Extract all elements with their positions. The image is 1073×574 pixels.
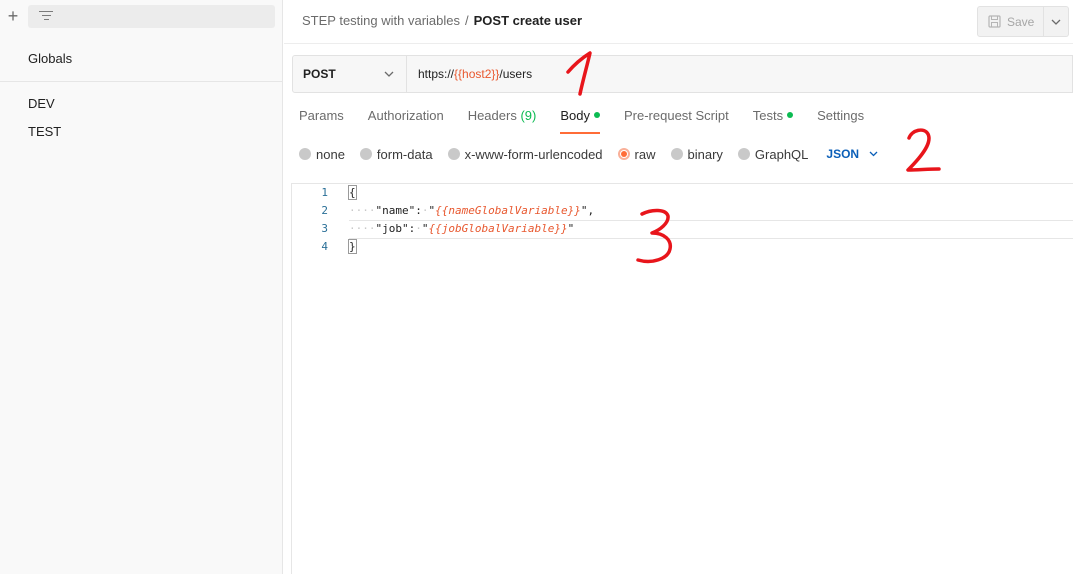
json-quote: ", <box>580 204 595 217</box>
breadcrumb-collection[interactable]: STEP testing with variables <box>302 13 460 28</box>
body-type-options: none form-data x-www-form-urlencoded raw… <box>299 144 878 164</box>
code-text: ····"name":·"{{nameGlobalVariable}}", <box>349 204 595 217</box>
annotation-number-3: 3 <box>636 208 673 264</box>
url-variable: {{host2}} <box>454 67 500 81</box>
line-number: 1 <box>321 186 328 199</box>
tab-label: Body <box>560 108 590 123</box>
tab-params[interactable]: Params <box>299 108 344 134</box>
filter-input[interactable] <box>28 5 275 28</box>
save-button-group: Save <box>977 6 1069 37</box>
request-header: STEP testing with variables / POST create … <box>284 0 1073 44</box>
json-quote: " <box>567 222 575 235</box>
json-colon: : <box>415 204 422 217</box>
tab-label: Settings <box>817 108 865 123</box>
code-line: 4 } <box>292 238 1073 256</box>
tab-body[interactable]: Body <box>560 108 600 134</box>
body-option-urlencoded[interactable]: x-www-form-urlencoded <box>447 146 603 162</box>
option-label: none <box>316 146 345 162</box>
line-number: 4 <box>321 240 328 253</box>
sidebar-item-globals[interactable]: Globals <box>28 51 72 66</box>
json-variable: {{nameGlobalVariable}} <box>435 204 581 217</box>
code-text: } <box>348 238 357 256</box>
sidebar-toolbar: + <box>0 0 283 34</box>
chevron-down-icon <box>1051 19 1061 25</box>
option-label: GraphQL <box>754 146 809 162</box>
json-key: "job" <box>375 222 409 235</box>
close-brace: } <box>348 239 357 254</box>
headers-count: (9) <box>520 108 537 123</box>
plus-icon[interactable]: + <box>4 6 22 26</box>
annotation-number-1: 1 <box>566 51 592 96</box>
tab-pre-request-script[interactable]: Pre-request Script <box>624 108 729 134</box>
body-format-select[interactable]: JSON <box>826 147 878 161</box>
sidebar-item-test[interactable]: TEST <box>28 124 61 139</box>
radio-button[interactable] <box>359 148 372 160</box>
radio-button[interactable] <box>447 148 460 160</box>
tab-label: Headers <box>467 108 517 123</box>
body-option-form-data[interactable]: form-data <box>359 146 433 162</box>
body-option-binary[interactable]: binary <box>670 146 723 162</box>
radio-button[interactable] <box>670 148 683 160</box>
breadcrumb-request-name[interactable]: POST create user <box>474 13 582 28</box>
request-tabs: Params Authorization Headers (9) Body Pr… <box>299 108 888 134</box>
status-dot <box>593 112 600 118</box>
app-window: + Globals DEV TEST STEP testing with var… <box>0 0 1073 574</box>
chevron-down-icon <box>384 71 394 77</box>
code-line: 1 { <box>292 184 1073 202</box>
save-button[interactable]: Save <box>977 6 1044 37</box>
json-variable: {{jobGlobalVariable}} <box>428 222 568 235</box>
code-line: 3 ····"job":·"{{jobGlobalVariable}}" <box>292 220 1073 238</box>
breadcrumb-separator: / <box>465 13 469 28</box>
body-option-graphql[interactable]: GraphQL <box>737 146 809 162</box>
tab-label: Authorization <box>367 108 444 123</box>
code-line: 2 ····"name":·"{{nameGlobalVariable}}", <box>292 202 1073 220</box>
url-input[interactable]: https://{{host2}}/users <box>407 56 1072 92</box>
code-text: { <box>348 184 357 202</box>
status-dot <box>787 112 794 118</box>
line-number: 3 <box>321 222 328 235</box>
url-suffix: /users <box>499 67 533 81</box>
json-quote: " <box>421 222 429 235</box>
radio-button-selected[interactable] <box>617 148 630 160</box>
tab-authorization[interactable]: Authorization <box>368 108 444 134</box>
tab-settings[interactable]: Settings <box>817 108 864 134</box>
filter-icon <box>39 11 53 23</box>
body-option-none[interactable]: none <box>299 147 345 162</box>
option-label: binary <box>687 146 723 162</box>
save-label: Save <box>1007 14 1035 29</box>
chevron-down-icon <box>869 151 878 157</box>
tab-tests[interactable]: Tests <box>752 108 794 134</box>
code-text: ····"job":·"{{jobGlobalVariable}}" <box>349 222 575 235</box>
option-label: form-data <box>376 146 433 162</box>
radio-button[interactable] <box>737 148 750 160</box>
url-prefix: https:// <box>418 67 455 81</box>
format-label: JSON <box>826 147 860 161</box>
sidebar-item-dev[interactable]: DEV <box>28 96 55 111</box>
body-editor[interactable]: 1 { 2 ····"name":·"{{nameGlobalVariable}… <box>291 183 1073 574</box>
tab-headers[interactable]: Headers (9) <box>468 108 537 134</box>
option-label: raw <box>634 146 656 162</box>
annotation-number-2: 2 <box>906 128 941 172</box>
radio-button[interactable] <box>299 148 311 160</box>
breadcrumb: STEP testing with variables / POST create … <box>302 13 582 28</box>
open-brace: { <box>348 185 357 200</box>
body-option-raw[interactable]: raw <box>617 146 656 162</box>
json-key: "name" <box>375 204 416 217</box>
tab-label: Params <box>299 108 344 123</box>
method-select[interactable]: POST <box>293 56 407 92</box>
line-number: 2 <box>321 204 328 217</box>
sidebar-divider <box>0 81 283 82</box>
request-panel: STEP testing with variables / POST create … <box>284 0 1073 574</box>
url-bar: POST https://{{host2}}/users <box>292 55 1073 93</box>
sidebar: + Globals DEV TEST <box>0 0 283 574</box>
method-label: POST <box>303 67 336 81</box>
tab-label: Tests <box>752 108 784 123</box>
tab-label: Pre-request Script <box>623 108 729 123</box>
option-label: x-www-form-urlencoded <box>464 146 603 162</box>
save-dropdown-button[interactable] <box>1044 6 1069 37</box>
save-icon <box>988 15 1001 28</box>
